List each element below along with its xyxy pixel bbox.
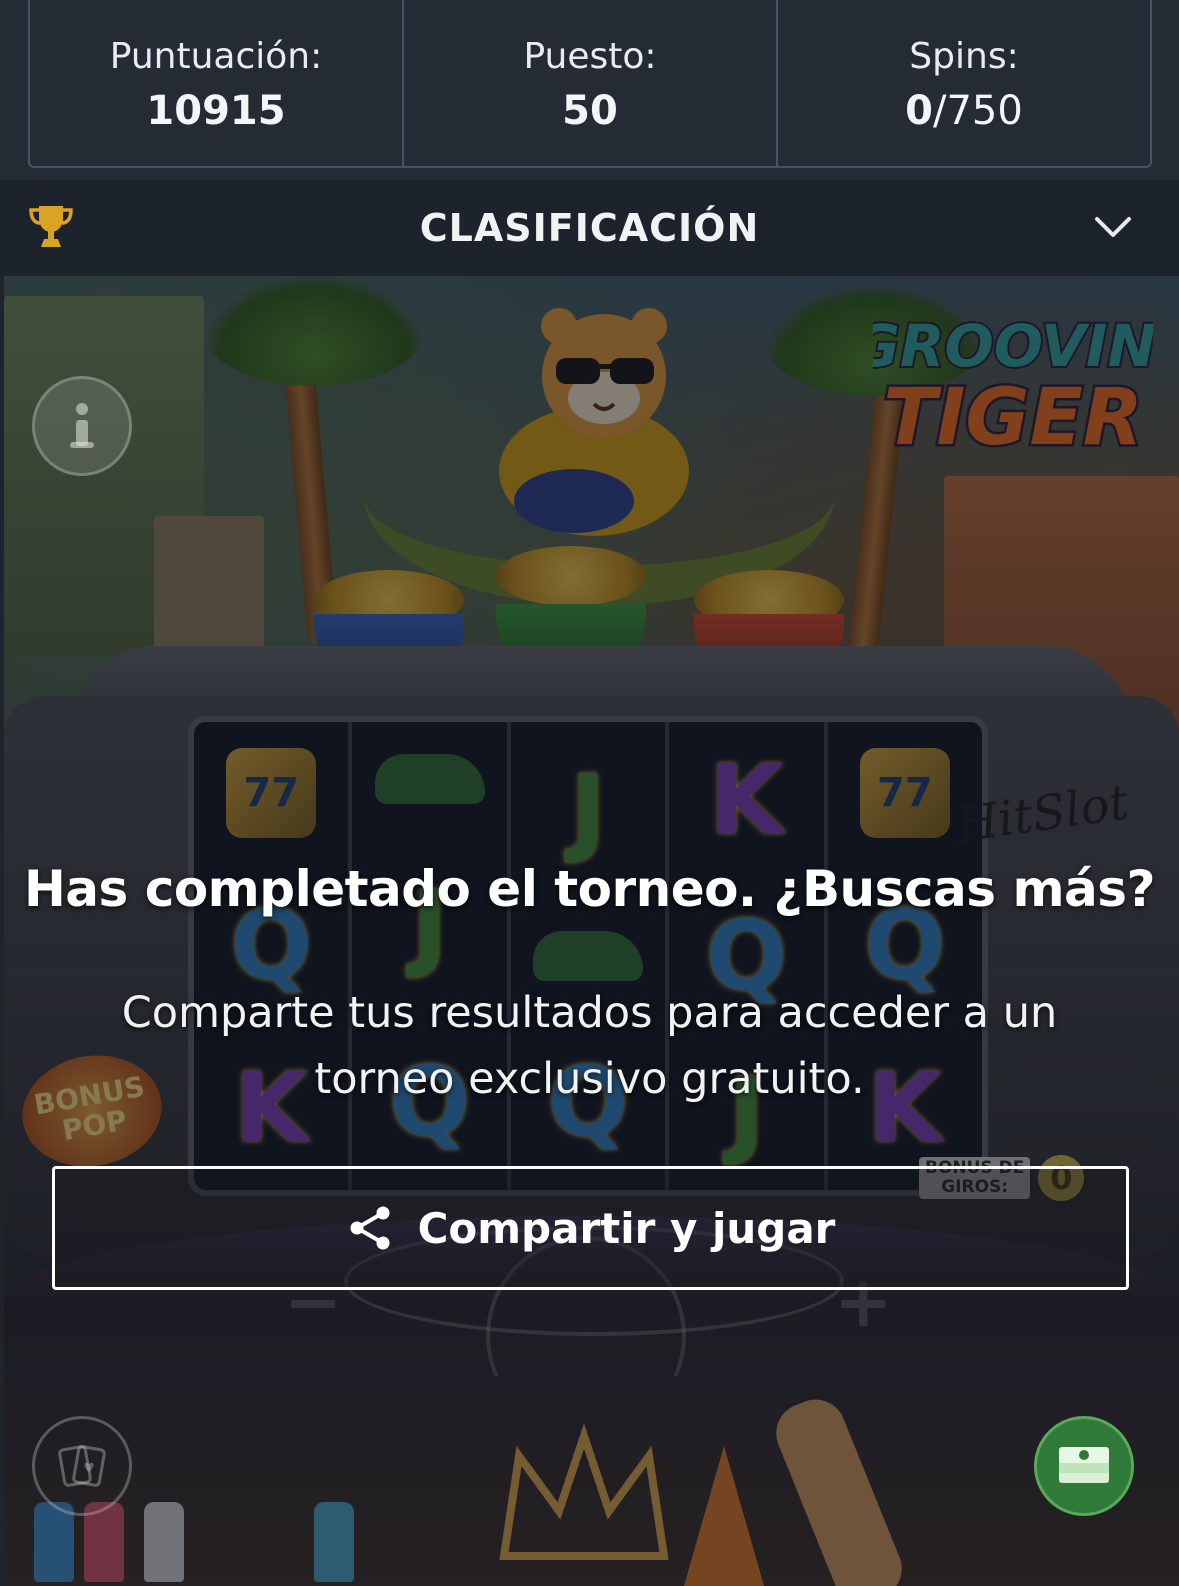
score-stat: Puntuación: 10915 [30,0,402,166]
share-and-play-button[interactable]: Compartir y jugar [52,1166,1129,1290]
spins-stat: Spins: 0/750 [776,0,1150,166]
spins-total: /750 [933,88,1023,134]
trophy-icon [29,206,73,247]
cash-stack-icon [1059,1447,1109,1483]
score-label: Puntuación: [109,36,323,77]
info-icon [70,403,94,448]
leaderboard-toggle[interactable]: CLASIFICACIÓN [0,180,1179,276]
dim-overlay [4,276,1179,1586]
rank-label: Puesto: [523,36,657,77]
rank-stat: Puesto: 50 [402,0,776,166]
stats-header: Puntuación: 10915 Puesto: 50 Spins: 0/75… [0,0,1179,180]
share-button-label: Compartir y jugar [417,1203,836,1253]
leaderboard-title: CLASIFICACIÓN [419,206,760,250]
stats-box: Puntuación: 10915 Puesto: 50 Spins: 0/75… [28,0,1152,168]
spins-used: 0 [905,88,933,134]
info-button[interactable] [32,376,132,476]
share-icon [350,1206,390,1250]
spins-label: Spins: [909,36,1019,77]
buy-bonus-button[interactable] [1034,1416,1134,1516]
game-preview: GROOVIN' TIGER 77 Q K J Q J Q K Q J 77 Q… [4,276,1179,1586]
rank-value: 50 [562,88,618,134]
paytable-button[interactable] [32,1416,132,1516]
cards-icon [58,1445,106,1487]
spins-value: 0/750 [905,83,1023,139]
completion-headline: Has completado el torneo. ¿Buscas más? [23,860,1156,918]
score-value: 10915 [146,88,286,134]
share-description: Comparte tus resultados para acceder a u… [121,988,1058,1104]
chevron-down-icon[interactable] [1091,206,1135,250]
